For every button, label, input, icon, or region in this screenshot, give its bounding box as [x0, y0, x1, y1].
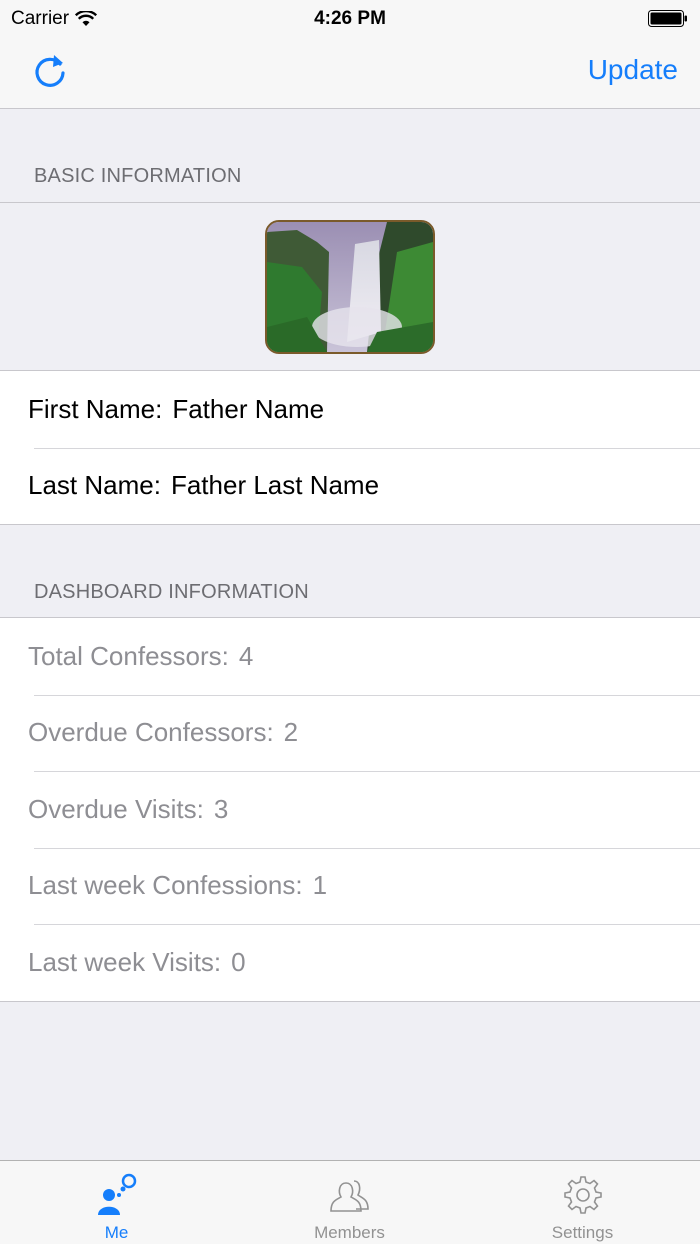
update-button[interactable]: Update: [588, 54, 678, 86]
refresh-icon[interactable]: [30, 52, 70, 92]
first-name-label: First Name:: [28, 393, 163, 424]
dashboard-row-overdue-confessors: Overdue Confessors: 2: [0, 694, 700, 772]
dashboard-group: Total Confessors: 4 Overdue Confessors: …: [0, 617, 700, 1002]
avatar-area: [0, 202, 700, 371]
dashboard-row-value: 3: [213, 793, 229, 824]
basic-info-header: BASIC INFORMATION: [34, 165, 242, 187]
dashboard-row-value: 2: [283, 717, 299, 748]
status-time: 4:26 PM: [314, 8, 386, 29]
dashboard-header: DASHBOARD INFORMATION: [34, 581, 309, 603]
dashboard-row-label: Overdue Visits:: [28, 793, 204, 824]
navigation-bar: Update: [0, 40, 700, 109]
dashboard-row-value: 4: [238, 640, 254, 671]
last-name-value: Father Last Name: [170, 470, 380, 501]
first-name-value: Father Name: [172, 393, 325, 424]
avatar[interactable]: [265, 220, 435, 354]
dashboard-row-label: Last week Confessions:: [28, 870, 303, 901]
tab-settings[interactable]: Settings: [466, 1161, 699, 1244]
members-icon: [329, 1180, 369, 1212]
dashboard-row-label: Total Confessors:: [28, 640, 229, 671]
me-icon: [97, 1173, 136, 1215]
dashboard-row-overdue-visits: Overdue Visits: 3: [0, 771, 700, 848]
basic-info-group: First Name: Father Name Last Name: Fathe…: [0, 370, 700, 525]
gear-icon: [563, 1176, 602, 1214]
dashboard-row-label: Last week Visits:: [28, 946, 222, 977]
tab-members[interactable]: Members: [233, 1161, 466, 1244]
tab-bar: Me Members Settings: [0, 1160, 700, 1244]
dashboard-row-value: 1: [312, 870, 328, 901]
avatar-waterfall-image: [267, 222, 433, 352]
dashboard-row-total-confessors: Total Confessors: 4: [0, 618, 700, 695]
dashboard-row-label: Overdue Confessors:: [28, 717, 274, 748]
tab-members-label: Members: [314, 1223, 385, 1242]
status-bar: Carrier 4:26 PM: [0, 0, 700, 40]
battery-icon: [648, 10, 687, 27]
dashboard-row-last-week-confessions: Last week Confessions: 1: [0, 847, 700, 925]
last-name-label: Last Name:: [28, 470, 161, 501]
dashboard-row-last-week-visits: Last week Visits: 0: [0, 924, 700, 1001]
tab-me[interactable]: Me: [0, 1161, 233, 1244]
dashboard-row-value: 0: [231, 946, 246, 977]
first-name-row[interactable]: First Name: Father Name: [0, 371, 700, 448]
last-name-row[interactable]: Last Name: Father Last Name: [0, 447, 700, 525]
tab-me-label: Me: [104, 1223, 129, 1242]
tab-settings-label: Settings: [551, 1223, 614, 1242]
